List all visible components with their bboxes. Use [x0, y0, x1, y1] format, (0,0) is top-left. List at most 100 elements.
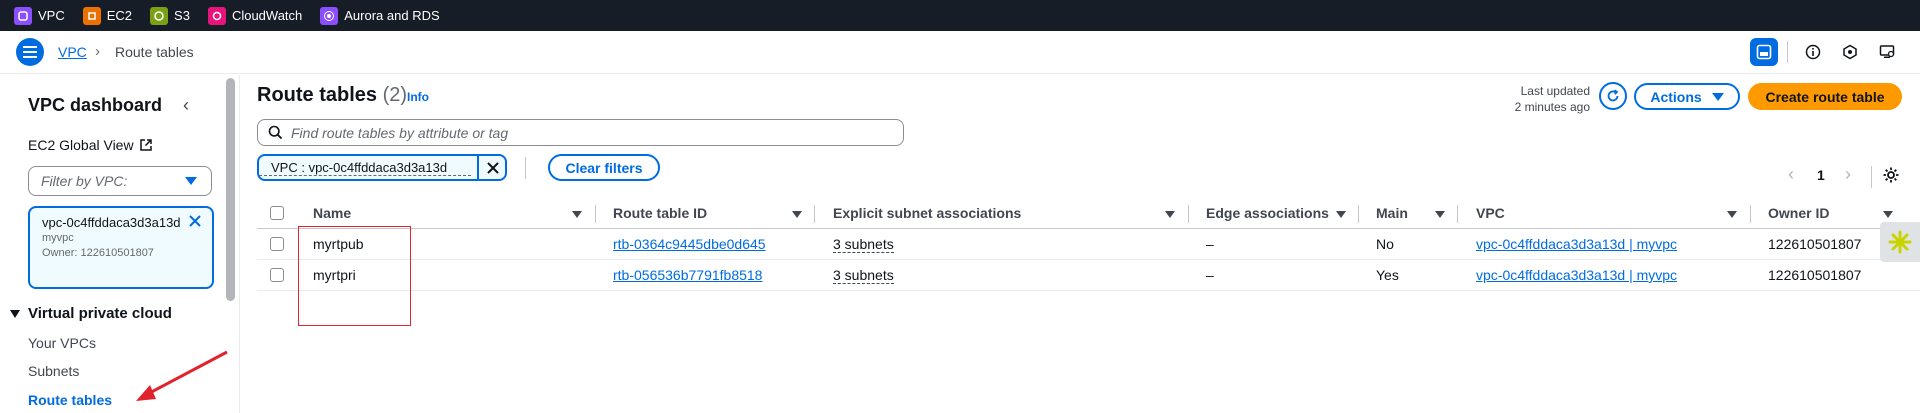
menu-icon[interactable] [16, 38, 44, 66]
vpc-filter-token: vpc-0c4ffddaca3d3a13d myvpc Owner: 12261… [28, 206, 214, 289]
info-button[interactable] [1799, 38, 1827, 66]
vpc-link[interactable]: vpc-0c4ffddaca3d3a13d | myvpc [1476, 236, 1677, 252]
caret-down-icon [185, 177, 197, 185]
cell-owner-id: 122610501807 [1768, 267, 1862, 283]
info-link[interactable]: Info [407, 90, 429, 104]
clear-filters-button[interactable]: Clear filters [548, 154, 660, 181]
route-table-search-input[interactable]: Find route tables by attribute or tag [257, 119, 904, 146]
caret-down-icon [1711, 92, 1724, 101]
sort-icon[interactable] [1336, 211, 1346, 218]
cloudwatch-icon [207, 6, 226, 25]
sidebar-scrollbar[interactable] [226, 78, 235, 301]
refresh-button[interactable] [1599, 82, 1627, 110]
ec2-global-view-link[interactable]: EC2 Global View [28, 137, 153, 153]
vpc-link[interactable]: vpc-0c4ffddaca3d3a13d | myvpc [1476, 267, 1677, 283]
ec2-icon [82, 6, 101, 25]
notifications-panel-button[interactable] [1750, 38, 1778, 66]
next-page-icon[interactable]: › [1845, 164, 1851, 185]
column-divider[interactable] [1457, 205, 1458, 223]
column-header-route-table-id[interactable]: Route table ID [613, 205, 707, 221]
caret-down-icon [10, 309, 20, 318]
vpc-filter-placeholder: Filter by VPC: [41, 173, 128, 189]
close-sidebar-icon[interactable]: ‹ [183, 95, 189, 116]
subnet-associations-popover[interactable]: 3 subnets [833, 236, 894, 253]
sort-icon[interactable] [1727, 211, 1737, 218]
breadcrumb-vpc-link[interactable]: VPC [58, 44, 87, 60]
search-icon [268, 125, 283, 140]
remove-token-icon[interactable] [188, 214, 202, 228]
table-row[interactable]: myrtpub rtb-0364c9445dbe0d645 3 subnets … [257, 229, 1920, 260]
cell-owner-id: 122610501807 [1768, 236, 1862, 252]
filter-chip-label: VPC : vpc-0c4ffddaca3d3a13d [259, 160, 471, 176]
service-bar: VPC EC2 S3 CloudWatch Aurora and RDS [0, 0, 1920, 31]
cell-main: Yes [1376, 267, 1399, 283]
previous-page-icon[interactable]: ‹ [1788, 164, 1794, 185]
vpc-token-name: myvpc [42, 232, 74, 244]
sidebar-item-route-tables[interactable]: Route tables [28, 392, 112, 408]
ec2-global-view-label: EC2 Global View [28, 137, 134, 153]
service-vpc[interactable]: VPC [14, 6, 65, 25]
gear-icon[interactable] [1882, 166, 1900, 184]
chevron-right-icon: › [95, 43, 100, 60]
feedback-button[interactable] [1836, 38, 1864, 66]
column-divider[interactable] [814, 205, 815, 223]
section-label: Virtual private cloud [28, 305, 172, 322]
vpc-filter-select[interactable]: Filter by VPC: [28, 166, 212, 196]
search-placeholder: Find route tables by attribute or tag [291, 124, 509, 141]
sort-icon[interactable] [792, 211, 802, 218]
sort-icon[interactable] [1883, 211, 1893, 218]
virtual-private-cloud-section[interactable]: Virtual private cloud [10, 305, 172, 322]
sort-icon[interactable] [1165, 211, 1175, 218]
screen-gear-icon [1879, 45, 1895, 58]
service-label: S3 [174, 8, 190, 23]
sidebar-title: VPC dashboard [28, 95, 163, 115]
actions-dropdown-button[interactable]: Actions [1634, 83, 1740, 110]
external-link-icon [139, 139, 152, 151]
column-header-owner-id[interactable]: Owner ID [1768, 205, 1829, 221]
actions-label: Actions [1650, 88, 1702, 105]
column-divider[interactable] [1188, 205, 1189, 223]
route-table-id-link[interactable]: rtb-056536b7791fb8518 [613, 267, 762, 283]
sidebar-item-your-vpcs[interactable]: Your VPCs [28, 335, 96, 351]
create-route-table-button[interactable]: Create route table [1748, 83, 1902, 110]
table-row[interactable]: myrtpri rtb-056536b7791fb8518 3 subnets … [257, 260, 1920, 291]
divider [477, 156, 479, 179]
service-ec2[interactable]: EC2 [82, 6, 132, 25]
column-header-main[interactable]: Main [1376, 205, 1408, 221]
breadcrumb-bar: VPC › Route tables [0, 31, 1920, 74]
annotation-arrow-icon [136, 350, 228, 401]
vpc-token-owner: Owner: 122610501807 [42, 247, 154, 259]
route-table-id-link[interactable]: rtb-0364c9445dbe0d645 [613, 236, 766, 252]
panel-icon [1756, 44, 1772, 60]
vpc-filter-chip[interactable]: VPC : vpc-0c4ffddaca3d3a13d [257, 154, 507, 181]
sidebar-item-subnets[interactable]: Subnets [28, 363, 79, 379]
row-checkbox[interactable] [270, 268, 284, 282]
column-divider[interactable] [595, 205, 596, 223]
column-header-name[interactable]: Name [313, 205, 351, 221]
settings-panel-button[interactable] [1873, 38, 1901, 66]
column-header-edge-associations[interactable]: Edge associations [1206, 205, 1329, 221]
sort-icon[interactable] [572, 211, 582, 218]
page-title-text: Route tables [257, 84, 378, 106]
service-s3[interactable]: S3 [150, 6, 190, 25]
current-page[interactable]: 1 [1817, 167, 1825, 183]
row-checkbox[interactable] [270, 237, 284, 251]
subnet-associations-popover[interactable]: 3 subnets [833, 267, 894, 284]
page-title: Route tables (2) [257, 84, 407, 107]
hexagon-icon [1843, 44, 1857, 60]
column-header-explicit-subnet-associations[interactable]: Explicit subnet associations [833, 205, 1021, 221]
assistant-widget[interactable] [1880, 222, 1920, 262]
column-header-vpc[interactable]: VPC [1476, 205, 1505, 221]
select-all-checkbox[interactable] [270, 206, 284, 220]
service-cloudwatch[interactable]: CloudWatch [207, 6, 302, 25]
column-divider[interactable] [1358, 205, 1359, 223]
rds-icon [320, 6, 339, 25]
sparkle-icon [1888, 230, 1912, 254]
sort-icon[interactable] [1435, 211, 1445, 218]
dismiss-filter-icon[interactable] [485, 160, 501, 176]
refresh-icon [1607, 89, 1619, 102]
column-divider[interactable] [1750, 205, 1751, 223]
service-aurora-rds[interactable]: Aurora and RDS [320, 6, 440, 25]
cell-main: No [1376, 236, 1394, 252]
annotation-highlight-box [298, 226, 411, 326]
